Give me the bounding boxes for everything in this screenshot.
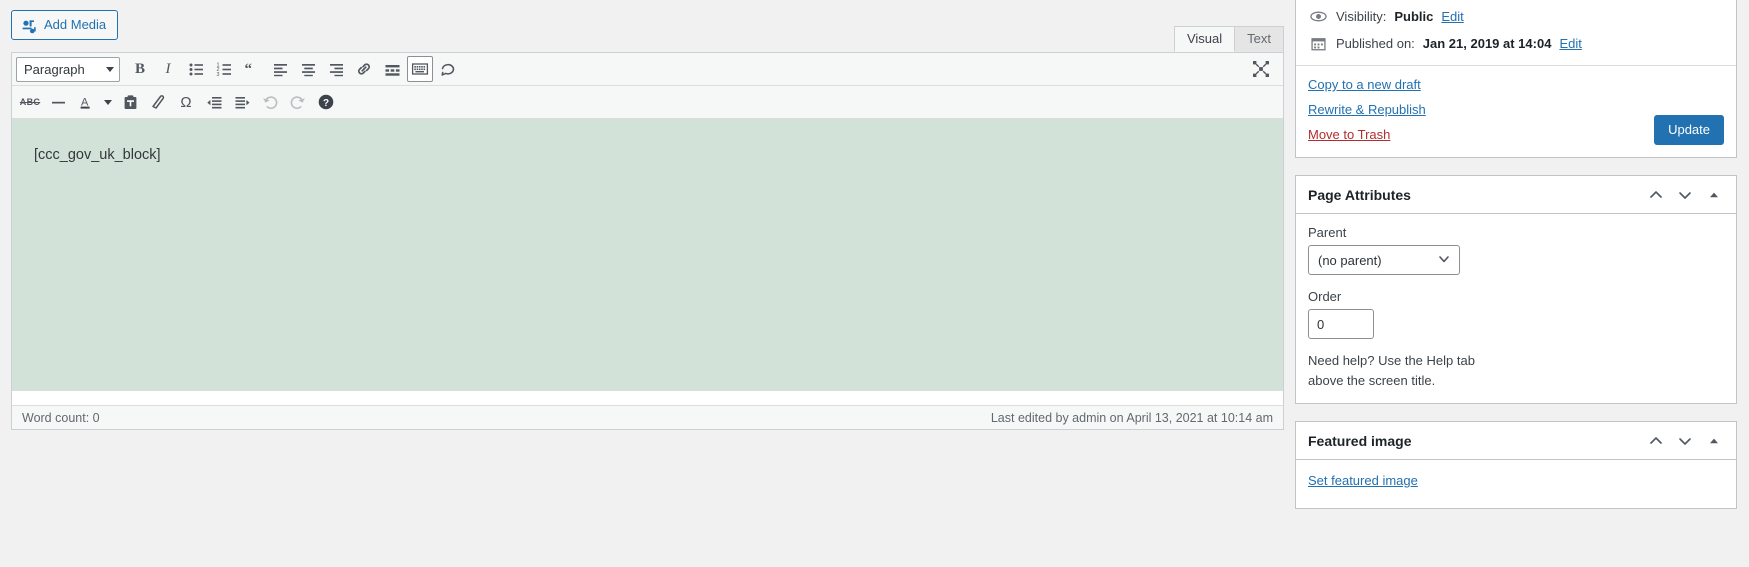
- publish-status-rows: Visibility: Public Edit Published on: Ja…: [1296, 0, 1736, 65]
- featured-image-body: Set featured image: [1296, 460, 1736, 508]
- numbered-list-button[interactable]: 123: [211, 56, 237, 82]
- bold-button[interactable]: B: [127, 56, 153, 82]
- tab-visual[interactable]: Visual: [1173, 26, 1236, 52]
- italic-button[interactable]: I: [155, 56, 181, 82]
- clear-formatting-button[interactable]: [145, 89, 171, 115]
- visibility-row: Visibility: Public Edit: [1308, 3, 1724, 30]
- indent-button[interactable]: [229, 89, 255, 115]
- special-character-button[interactable]: Ω: [173, 89, 199, 115]
- copy-to-new-draft-link[interactable]: Copy to a new draft: [1308, 77, 1421, 92]
- text-color-chevron-icon[interactable]: [101, 89, 115, 115]
- align-left-button[interactable]: [267, 56, 293, 82]
- align-center-button[interactable]: [295, 56, 321, 82]
- media-row: Add Media Visual Text: [11, 10, 1284, 52]
- publish-box: Visibility: Public Edit Published on: Ja…: [1295, 0, 1737, 158]
- editor-status-bar: Word count: 0 Last edited by admin on Ap…: [12, 405, 1283, 429]
- word-count: Word count: 0: [22, 410, 100, 425]
- redo-button[interactable]: [285, 89, 311, 115]
- paste-as-text-button[interactable]: [117, 89, 143, 115]
- align-right-button[interactable]: [323, 56, 349, 82]
- add-media-label: Add Media: [44, 17, 107, 32]
- bulleted-list-button[interactable]: [183, 56, 209, 82]
- panel-controls: [1646, 431, 1724, 451]
- published-on-row: Published on: Jan 21, 2019 at 14:04 Edit: [1308, 30, 1724, 57]
- visibility-edit-link[interactable]: Edit: [1441, 9, 1463, 24]
- add-media-button[interactable]: Add Media: [11, 10, 119, 40]
- horizontal-line-button[interactable]: [45, 89, 71, 115]
- update-button[interactable]: Update: [1654, 115, 1724, 145]
- visibility-value: Public: [1394, 9, 1434, 24]
- text-color-button[interactable]: A: [73, 89, 99, 115]
- editor-toolbar-row-1: Paragraph B I 123 “: [12, 53, 1283, 86]
- parent-select-value: (no parent): [1318, 252, 1382, 268]
- toolbar-toggle-button[interactable]: [407, 56, 433, 82]
- chevron-down-icon: [1437, 252, 1451, 269]
- spellcheck-button[interactable]: [435, 56, 461, 82]
- insert-link-icon[interactable]: [351, 56, 377, 82]
- toggle-panel-icon[interactable]: [1704, 185, 1724, 205]
- wordpress-page-editor: Add Media Visual Text Paragraph B I 1 2 …: [0, 0, 1749, 567]
- featured-image-header: Featured image: [1296, 422, 1736, 460]
- published-on-value: Jan 21, 2019 at 14:04: [1422, 36, 1552, 51]
- publish-actions: Copy to a new draft Rewrite & Republish …: [1296, 65, 1736, 157]
- editor-column: Add Media Visual Text Paragraph B I 1 2 …: [0, 0, 1295, 567]
- page-attributes-title: Page Attributes: [1308, 186, 1411, 203]
- editor-toolbar-row-2: ABC A Ω ?: [12, 86, 1283, 119]
- outdent-button[interactable]: [201, 89, 227, 115]
- svg-text:A: A: [81, 96, 89, 108]
- page-attributes-box: Page Attributes Parent (no parent) Order…: [1295, 175, 1737, 404]
- move-to-trash-link[interactable]: Move to Trash: [1308, 127, 1390, 142]
- paragraph-format-select[interactable]: Paragraph: [16, 56, 120, 82]
- blockquote-button[interactable]: “: [239, 56, 265, 82]
- order-input[interactable]: [1308, 309, 1374, 339]
- move-up-icon[interactable]: [1646, 431, 1666, 451]
- svg-text:?: ?: [323, 98, 329, 109]
- featured-image-box: Featured image Set featured image: [1295, 421, 1737, 509]
- set-featured-image-link[interactable]: Set featured image: [1308, 473, 1418, 488]
- page-attributes-body: Parent (no parent) Order Need help? Use …: [1296, 214, 1736, 403]
- parent-select[interactable]: (no parent): [1308, 245, 1460, 275]
- published-on-label: Published on:: [1336, 36, 1415, 51]
- page-attributes-help-text: Need help? Use the Help tab above the sc…: [1308, 353, 1475, 388]
- editor-content-area[interactable]: [ccc_gov_uk_block]: [12, 119, 1283, 391]
- sidebar-column: Visibility: Public Edit Published on: Ja…: [1295, 0, 1749, 567]
- move-up-icon[interactable]: [1646, 185, 1666, 205]
- page-attributes-header: Page Attributes: [1296, 176, 1736, 214]
- visibility-label: Visibility:: [1336, 9, 1387, 24]
- chevron-down-icon: [104, 99, 112, 105]
- fullscreen-toggle-icon[interactable]: [1248, 56, 1274, 82]
- tab-text[interactable]: Text: [1234, 26, 1284, 52]
- published-edit-link[interactable]: Edit: [1559, 36, 1581, 51]
- move-down-icon[interactable]: [1675, 185, 1695, 205]
- eye-icon: [1308, 8, 1328, 25]
- read-more-button[interactable]: [379, 56, 405, 82]
- featured-image-title: Featured image: [1308, 432, 1412, 449]
- calendar-icon: [1308, 35, 1328, 52]
- order-label: Order: [1308, 289, 1342, 304]
- editor-shortcode-text: [ccc_gov_uk_block]: [34, 147, 161, 163]
- parent-label: Parent: [1308, 225, 1347, 240]
- panel-controls: [1646, 185, 1724, 205]
- undo-button[interactable]: [257, 89, 283, 115]
- editor-content-spacer: [12, 391, 1283, 405]
- paragraph-format-value: Paragraph: [24, 61, 85, 77]
- rewrite-republish-link[interactable]: Rewrite & Republish: [1308, 102, 1426, 117]
- editor-mode-tabs: Visual Text: [1173, 26, 1284, 52]
- last-edited-text: Last edited by admin on April 13, 2021 a…: [990, 410, 1273, 425]
- chevron-down-icon: [106, 66, 114, 72]
- svg-text:3: 3: [216, 71, 219, 77]
- editor-wrapper: Paragraph B I 123 “ ABC A Ω ? [ccc_gov_u…: [11, 52, 1284, 430]
- toggle-panel-icon[interactable]: [1704, 431, 1724, 451]
- move-down-icon[interactable]: [1675, 431, 1695, 451]
- strikethrough-button[interactable]: ABC: [17, 89, 43, 115]
- add-media-icon: [21, 17, 37, 34]
- keyboard-shortcuts-help-icon[interactable]: ?: [313, 89, 339, 115]
- svg-text:“: “: [244, 61, 252, 77]
